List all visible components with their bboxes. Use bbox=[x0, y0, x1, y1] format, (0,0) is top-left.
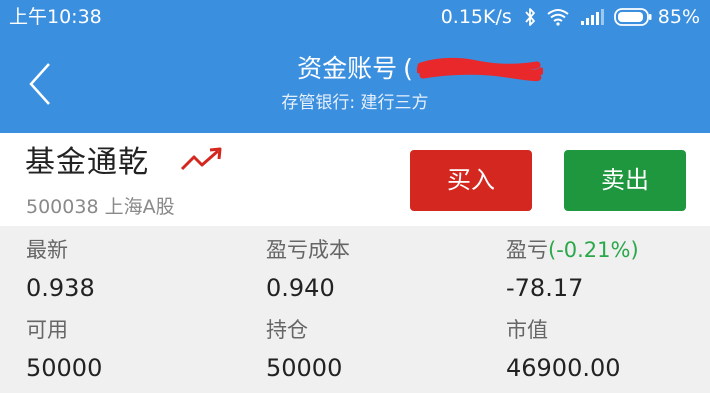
battery-icon bbox=[613, 8, 652, 26]
stat-pnl-label: 盈亏 bbox=[506, 238, 548, 262]
signal-icon bbox=[580, 9, 604, 25]
battery-percent: 85% bbox=[657, 6, 700, 28]
stat-position-value: 50000 bbox=[266, 354, 343, 382]
stat-available-value: 50000 bbox=[26, 354, 103, 382]
bluetooth-icon bbox=[524, 7, 536, 27]
redaction-scribble bbox=[417, 57, 544, 82]
stat-cost-value: 0.940 bbox=[266, 274, 335, 302]
stat-cost-label: 盈亏成本 bbox=[266, 238, 350, 262]
position-stats: 最新 0.938 盈亏成本 0.940 盈亏(-0.21%) -78.17 可用… bbox=[0, 226, 710, 393]
fund-info: 基金通乾 500038 上海A股 买入 卖出 bbox=[0, 133, 710, 226]
stat-pnl: 盈亏(-0.21%) -78.17 bbox=[506, 236, 710, 304]
network-speed: 0.15K/s bbox=[440, 6, 512, 28]
page-title: 资金账号( bbox=[297, 52, 544, 86]
stat-pnl-pct: (-0.21%) bbox=[548, 238, 639, 262]
status-time: 上午10:38 bbox=[9, 6, 102, 28]
stat-pnl-value: -78.17 bbox=[506, 274, 584, 302]
trend-up-icon[interactable] bbox=[180, 147, 224, 173]
status-bar: 上午10:38 0.15K/s 85% bbox=[0, 0, 710, 36]
title-paren: ( bbox=[403, 54, 413, 83]
stat-pnl-label-row: 盈亏(-0.21%) bbox=[506, 236, 710, 264]
header-title-area: 资金账号( bbox=[0, 52, 710, 86]
stat-latest-value: 0.938 bbox=[26, 274, 95, 302]
page-subtitle: 存管银行: 建行三方 bbox=[281, 93, 429, 113]
fund-code-market: 500038 上海A股 bbox=[26, 196, 175, 218]
buy-button[interactable]: 买入 bbox=[410, 150, 532, 211]
top-header: 上午10:38 0.15K/s 85% 资金账号 (存管银行: 建行三方 bbox=[0, 0, 710, 133]
fund-name: 基金通乾 bbox=[25, 145, 149, 180]
stat-position-label: 持仓 bbox=[266, 318, 308, 342]
stat-available-label: 可用 bbox=[26, 318, 68, 342]
stat-market-value-value: 46900.00 bbox=[506, 354, 621, 382]
stat-latest-label: 最新 bbox=[26, 238, 68, 262]
page-title-text: 资金账号 bbox=[297, 54, 398, 83]
stat-latest: 最新 0.938 bbox=[26, 236, 256, 304]
stat-market-value-label: 市值 bbox=[506, 318, 548, 342]
stat-available: 可用 50000 bbox=[26, 316, 256, 384]
sell-button[interactable]: 卖出 bbox=[564, 150, 686, 211]
stat-market-value: 市值 46900.00 bbox=[506, 316, 710, 384]
stat-cost: 盈亏成本 0.940 bbox=[266, 236, 496, 304]
status-icons: 0.15K/s 85% bbox=[441, 5, 700, 29]
stat-position: 持仓 50000 bbox=[266, 316, 496, 384]
wifi-icon bbox=[546, 8, 570, 26]
